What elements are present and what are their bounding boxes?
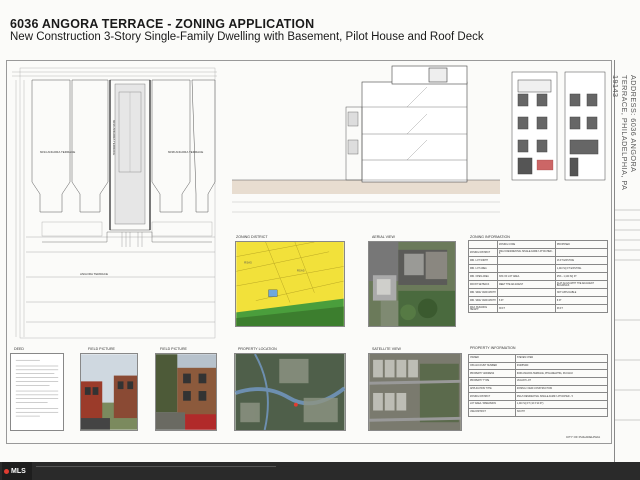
table-cell: PROPOSED [554, 240, 609, 249]
table-cell: 1,440 SQ FT (16 X 90 FT) [514, 400, 609, 409]
table-cell: MAX. BUILDING HEIGHT [468, 304, 498, 313]
deed-document-image [10, 353, 64, 431]
table-cell: 16 FT EXISTING [554, 256, 609, 265]
table-cell: NOT APPLICABLE [554, 288, 609, 297]
table-row: MIN. OPEN AREA 30% OF LOT AREA 25% - 1,100… [468, 272, 609, 281]
table-cell: 8 FT [496, 296, 556, 305]
address-vertical-label: ADDRESS: 6036 ANGORA TERRACE, PHILADELPH… [611, 75, 638, 191]
table-cell: ZONING DISTRICT [468, 392, 516, 402]
plan-label-neighbor2: 6038 ANGORA TERRACE [168, 150, 204, 154]
table-cell: 30% OF LOT AREA [496, 272, 556, 281]
table-row: PROPERTY ADDRESS 6036 ANGORA TERRACE, PHI… [468, 369, 609, 379]
table-cell: MIN. SIDE YARD WIDTH [468, 288, 498, 297]
table-cell: VACANT LOT [514, 377, 609, 386]
sheet-title: 6036 ANGORA TERRACE - ZONING APPLICATION [10, 17, 315, 31]
table-cell: ZONING CODE [496, 240, 556, 249]
table-cell: RSA-5 RESIDENTIAL SINGLE-FAMILY ATTACHED… [496, 248, 556, 257]
property-information-table: OWNER STEVEN CHEN OPA ACCOUNT NUMBER 03405… [468, 354, 609, 417]
field-picture-2-title: FIELD PICTURE [160, 347, 187, 351]
footer-divider [36, 466, 276, 467]
table-cell: OWNER [468, 354, 516, 363]
svg-text:RSA5: RSA5 [297, 268, 305, 272]
deed-title: DEED [14, 347, 24, 351]
field-picture-1-title: FIELD PICTURE [88, 347, 115, 351]
table-cell: FRONT SETBACK [468, 280, 498, 289]
aerial-view-title: AERIAL VIEW [372, 235, 395, 239]
property-location-map [234, 353, 346, 431]
table-cell [496, 256, 556, 265]
table-row: ZONING DISTRICT RSA-5 RESIDENTIAL SINGLE-… [468, 392, 609, 402]
table-cell: 38 FT [554, 304, 609, 313]
table-cell: 6036 ANGORA TERRACE, PHILADELPHIA, PA 19… [514, 369, 609, 379]
table-row: MIN. LOT WIDTH 16 FT EXISTING [468, 256, 609, 265]
table-cell [554, 248, 609, 257]
svg-text:RSA5: RSA5 [244, 260, 252, 264]
zoning-information-table: ZONING CODE PROPOSED ZONING DISTRICT RSA-… [468, 240, 609, 313]
table-cell: MIN. OPEN AREA [468, 272, 498, 281]
table-cell: PROPERTY TYPE [468, 377, 516, 386]
plan-label-street: ANGORA TERRACE [80, 272, 108, 276]
table-row: ZONING CODE PROPOSED [468, 240, 609, 249]
table-cell: MIN. LOT WIDTH [468, 256, 498, 265]
table-cell: MEET THE ADJACENT [496, 280, 556, 289]
table-row: USE DISTRICT SOUTH [468, 407, 609, 417]
table-cell: 034055400 [514, 361, 609, 371]
table-cell: APPLICATION TYPE [468, 384, 516, 394]
table-row: MIN. LOT AREA 1,440 SQ FT EXISTING [468, 264, 609, 273]
table-cell [468, 240, 498, 249]
footer-bar [0, 462, 640, 480]
table-cell: 8 FT [554, 296, 609, 305]
building-section-drawing [232, 65, 606, 213]
field-picture-1 [80, 353, 138, 431]
zoning-district-title: ZONING DISTRICT [236, 235, 268, 239]
satellite-view-photo [368, 353, 462, 431]
table-row: ZONING DISTRICT RSA-5 RESIDENTIAL SINGLE-… [468, 248, 609, 257]
table-cell: RSA-5 RESIDENTIAL SINGLE-FAMILY ATTACHED… [514, 392, 609, 402]
table-cell: 25% - 1,100 SQ FT [554, 272, 609, 281]
table-row: LOT AREA / DIMENSION 1,440 SQ FT (16 X 90… [468, 400, 609, 409]
table-cell: SOUTH [514, 407, 609, 417]
table-cell: ZONING DISTRICT [468, 248, 498, 257]
table-cell: OPA ACCOUNT NUMBER [468, 361, 516, 371]
city-label: CITY OF PHILADELPHIA [566, 435, 601, 439]
drawing-sheet: 6036 ANGORA TERRACE - ZONING APPLICATION… [0, 0, 640, 462]
property-information-title: PROPERTY INFORMATION [470, 346, 516, 350]
table-row: OWNER STEVEN CHEN [468, 354, 609, 363]
table-cell: USE DISTRICT [468, 407, 516, 417]
table-cell [496, 264, 556, 273]
table-cell: MIN. LOT AREA [468, 264, 498, 273]
satellite-view-title: SATELLITE VIEW [372, 347, 401, 351]
table-cell: 38 FT [496, 304, 556, 313]
aerial-view-photo [368, 241, 456, 327]
mls-watermark-logo: MLS [2, 462, 32, 480]
table-cell [496, 288, 556, 297]
table-cell: STEVEN CHEN [514, 354, 609, 363]
table-cell: PROPERTY ADDRESS [468, 369, 516, 379]
table-row: MIN. SIDE YARD WIDTH 8 FT 8 FT [468, 296, 609, 305]
plan-label-neighbor: 6034 ANGORA TERRACE [40, 150, 76, 154]
table-row: FRONT SETBACK MEET THE ADJACENT FLAT ALIGN… [468, 280, 609, 289]
site-plan-drawing [12, 67, 217, 339]
mls-logo-icon [4, 468, 9, 474]
table-cell: 1,440 SQ FT EXISTING [554, 264, 609, 273]
table-row: MAX. BUILDING HEIGHT 38 FT 38 FT [468, 304, 609, 313]
plan-label-subject: 6036 ANGORA TERRACE [112, 120, 116, 156]
table-row: APPLICATION TYPE ZONING / NEW CONSTRUCTIO… [468, 384, 609, 394]
table-cell: LOT AREA / DIMENSION [468, 400, 516, 409]
property-location-title: PROPERTY LOCATION [238, 347, 277, 351]
table-row: MIN. SIDE YARD WIDTH NOT APPLICABLE [468, 288, 609, 297]
table-cell: ZONING / NEW CONSTRUCTION [514, 384, 609, 394]
table-row: PROPERTY TYPE VACANT LOT [468, 377, 609, 386]
sheet-subtitle: New Construction 3-Story Single-Family D… [10, 31, 484, 43]
table-row: OPA ACCOUNT NUMBER 034055400 [468, 361, 609, 371]
mls-logo-text: MLS [11, 467, 26, 475]
field-picture-2 [155, 353, 217, 431]
zoning-district-map: RSA5 RSA5 [235, 241, 345, 327]
table-cell: FLAT ALIGN WITH THE ADJACENT BUILDINGS [554, 280, 609, 289]
zoning-information-title: ZONING INFORMATION [470, 235, 510, 239]
table-cell: MIN. SIDE YARD WIDTH [468, 296, 498, 305]
